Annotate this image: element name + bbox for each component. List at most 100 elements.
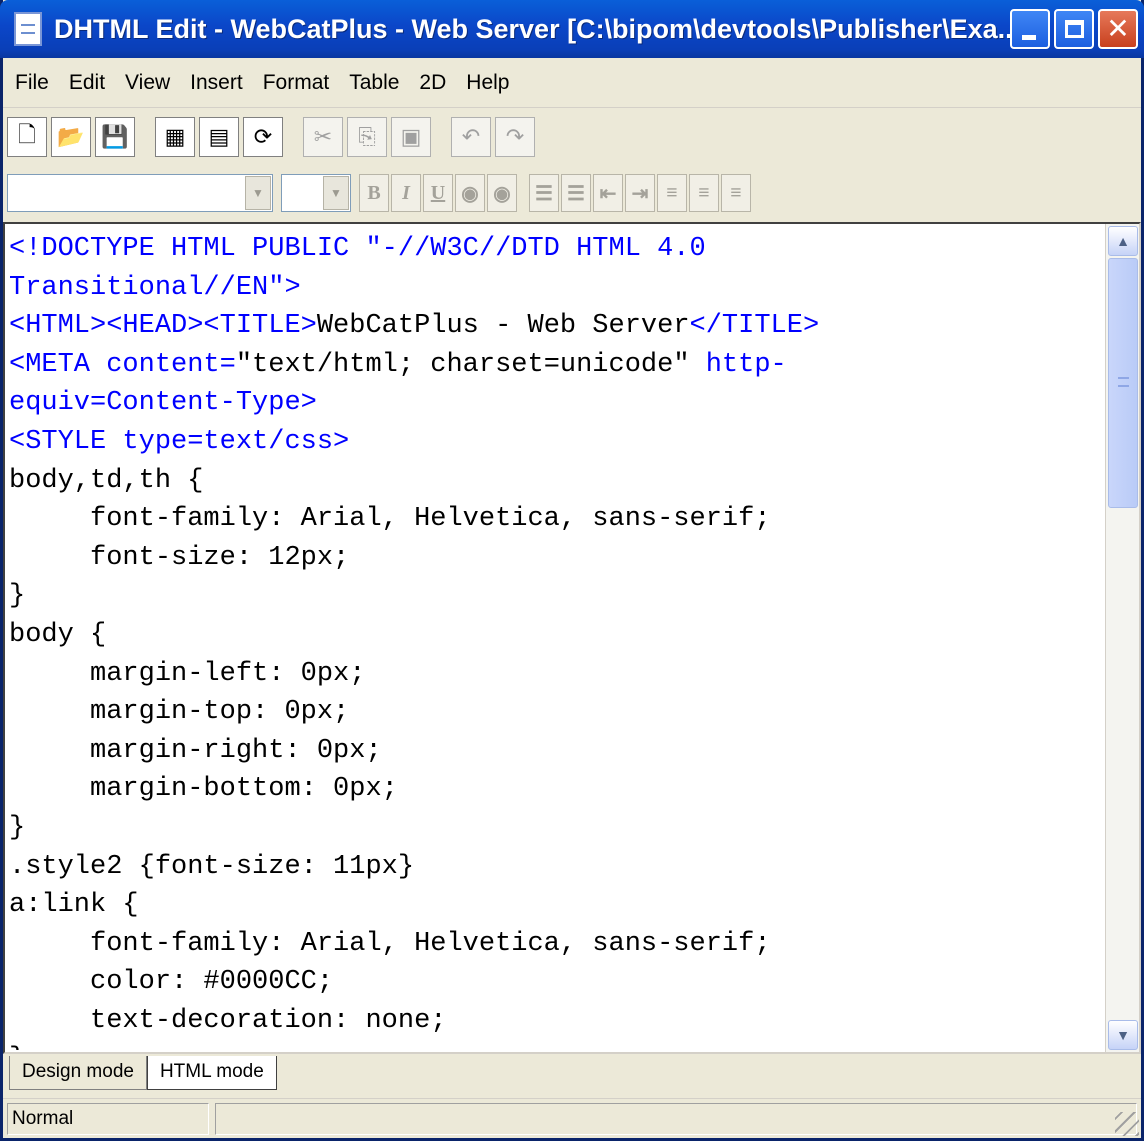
menu-insert[interactable]: Insert xyxy=(190,71,243,95)
source-code[interactable]: <!DOCTYPE HTML PUBLIC "-//W3C//DTD HTML … xyxy=(9,230,1099,1050)
undo-button[interactable]: ↶ xyxy=(451,117,491,157)
italic-button[interactable]: I xyxy=(391,174,421,212)
code-line[interactable]: body { xyxy=(9,616,1099,655)
indent-button[interactable]: ⇥ xyxy=(625,174,655,212)
code-tag-token: <HTML><HEAD><TITLE> xyxy=(9,311,317,342)
menu-help[interactable]: Help xyxy=(466,71,509,95)
window-title: DHTML Edit - WebCatPlus - Web Server [C:… xyxy=(54,13,1010,44)
code-text-token: font-size: 12px; xyxy=(9,542,350,573)
align-right-button[interactable]: ≡ xyxy=(721,174,751,212)
align-left-button[interactable]: ≡ xyxy=(657,174,687,212)
outdent-button[interactable]: ⇤ xyxy=(593,174,623,212)
code-line[interactable]: <!DOCTYPE HTML PUBLIC "-//W3C//DTD HTML … xyxy=(9,230,1099,269)
menu-2d[interactable]: 2D xyxy=(419,71,446,95)
code-line[interactable]: } xyxy=(9,809,1099,848)
tab-design-mode[interactable]: Design mode xyxy=(9,1056,147,1090)
menu-file[interactable]: File xyxy=(15,71,49,95)
code-line[interactable]: a:link { xyxy=(9,886,1099,925)
text-color-icon: ◉ xyxy=(461,182,479,205)
code-text-token: "text/html; charset=unicode" xyxy=(235,349,690,380)
code-tag-token: </TITLE> xyxy=(689,311,820,342)
code-line[interactable]: } xyxy=(9,577,1099,616)
chevron-down-icon[interactable]: ▼ xyxy=(245,176,271,210)
menu-edit[interactable]: Edit xyxy=(69,71,105,95)
copy-button[interactable]: ⎘ xyxy=(347,117,387,157)
code-line[interactable]: font-family: Arial, Helvetica, sans-seri… xyxy=(9,925,1099,964)
code-line[interactable]: body,td,th { xyxy=(9,462,1099,501)
numbered-list-button[interactable]: ☰ xyxy=(529,174,559,212)
menu-format[interactable]: Format xyxy=(263,71,330,95)
font-size-select[interactable]: ▼ xyxy=(281,174,351,212)
paste-icon: ▣ xyxy=(400,124,422,149)
code-line[interactable]: } xyxy=(9,1040,1099,1050)
code-line[interactable]: margin-bottom: 0px; xyxy=(9,770,1099,809)
text-color-button[interactable]: ◉ xyxy=(455,174,485,212)
new-document-button[interactable]: 🗋 xyxy=(7,117,47,157)
standard-toolbar: 🗋 📂 💾 ▦ ▤ ⟳ ✂ ⎘ ▣ ↶ ↷ xyxy=(3,112,1141,162)
italic-icon: I xyxy=(402,181,410,204)
font-name-select[interactable]: ▼ xyxy=(7,174,273,212)
open-folder-button[interactable]: 📂 xyxy=(51,117,91,157)
indent-icon: ⇥ xyxy=(631,182,649,205)
refresh-button[interactable]: ⟳ xyxy=(243,117,283,157)
undo-icon: ↶ xyxy=(461,124,481,149)
code-line[interactable]: margin-right: 0px; xyxy=(9,732,1099,771)
align-right-icon: ≡ xyxy=(730,181,742,204)
scroll-thumb[interactable] xyxy=(1108,258,1138,508)
cut-button[interactable]: ✂ xyxy=(303,117,343,157)
code-line[interactable]: <STYLE type=text/css> xyxy=(9,423,1099,462)
code-tag-token: equiv=Content-Type> xyxy=(9,388,317,419)
bold-button[interactable]: B xyxy=(359,174,389,212)
code-line[interactable]: Transitional//EN"> xyxy=(9,269,1099,308)
code-line[interactable]: text-decoration: none; xyxy=(9,1002,1099,1041)
minimize-button[interactable] xyxy=(1010,9,1050,49)
code-text-token: margin-bottom: 0px; xyxy=(9,774,398,805)
window-controls: ✕ xyxy=(1010,9,1138,49)
code-text-token: } xyxy=(9,581,26,612)
properties-icon: ▦ xyxy=(164,124,186,149)
menu-view[interactable]: View xyxy=(125,71,170,95)
bulleted-list-icon: ☰ xyxy=(567,182,585,205)
status-pane-mode: Normal xyxy=(7,1102,209,1135)
vertical-scrollbar[interactable]: ▲ ▼ xyxy=(1105,224,1139,1052)
code-line[interactable]: font-size: 12px; xyxy=(9,539,1099,578)
chevron-down-icon[interactable]: ▼ xyxy=(323,176,349,210)
code-line[interactable]: color: #0000CC; xyxy=(9,963,1099,1002)
status-pane-info xyxy=(215,1102,1137,1135)
save-button[interactable]: 💾 xyxy=(95,117,135,157)
tab-html-mode[interactable]: HTML mode xyxy=(146,1056,277,1090)
align-left-icon: ≡ xyxy=(666,181,678,204)
bulleted-list-button[interactable]: ☰ xyxy=(561,174,591,212)
code-line[interactable]: .style2 {font-size: 11px} xyxy=(9,848,1099,887)
html-source-editor[interactable]: <!DOCTYPE HTML PUBLIC "-//W3C//DTD HTML … xyxy=(3,222,1141,1054)
menu-bar: File Edit View Insert Format Table 2D Help xyxy=(3,58,1141,108)
code-line[interactable]: margin-top: 0px; xyxy=(9,693,1099,732)
document-icon xyxy=(14,12,42,46)
editor-window: DHTML Edit - WebCatPlus - Web Server [C:… xyxy=(0,0,1144,1141)
copy-icon: ⎘ xyxy=(358,124,376,149)
code-line[interactable]: <HTML><HEAD><TITLE>WebCatPlus - Web Serv… xyxy=(9,307,1099,346)
paste-button[interactable]: ▣ xyxy=(391,117,431,157)
close-button[interactable]: ✕ xyxy=(1098,9,1138,49)
code-tag-token: <!DOCTYPE HTML PUBLIC "-//W3C//DTD HTML … xyxy=(9,234,706,264)
minimize-icon xyxy=(1022,35,1036,40)
code-line[interactable]: margin-left: 0px; xyxy=(9,655,1099,694)
background-color-button[interactable]: ◉ xyxy=(487,174,517,212)
code-line[interactable]: <META content="text/html; charset=unicod… xyxy=(9,346,1099,385)
scroll-up-button[interactable]: ▲ xyxy=(1108,226,1138,256)
properties-button[interactable]: ▦ xyxy=(155,117,195,157)
code-line[interactable]: font-family: Arial, Helvetica, sans-seri… xyxy=(9,500,1099,539)
menu-table[interactable]: Table xyxy=(349,71,399,95)
code-line[interactable]: equiv=Content-Type> xyxy=(9,384,1099,423)
title-bar[interactable]: DHTML Edit - WebCatPlus - Web Server [C:… xyxy=(0,0,1144,58)
underline-button[interactable]: U xyxy=(423,174,453,212)
code-text-token: WebCatPlus - Web Server xyxy=(316,311,690,342)
scroll-down-button[interactable]: ▼ xyxy=(1108,1020,1138,1050)
code-text-token: font-family: Arial, Helvetica, sans-seri… xyxy=(9,928,771,959)
resize-grip[interactable] xyxy=(1115,1112,1139,1136)
maximize-button[interactable] xyxy=(1054,9,1094,49)
code-tag-token: <META content= xyxy=(9,349,236,380)
redo-button[interactable]: ↷ xyxy=(495,117,535,157)
align-center-button[interactable]: ≡ xyxy=(689,174,719,212)
page-button[interactable]: ▤ xyxy=(199,117,239,157)
